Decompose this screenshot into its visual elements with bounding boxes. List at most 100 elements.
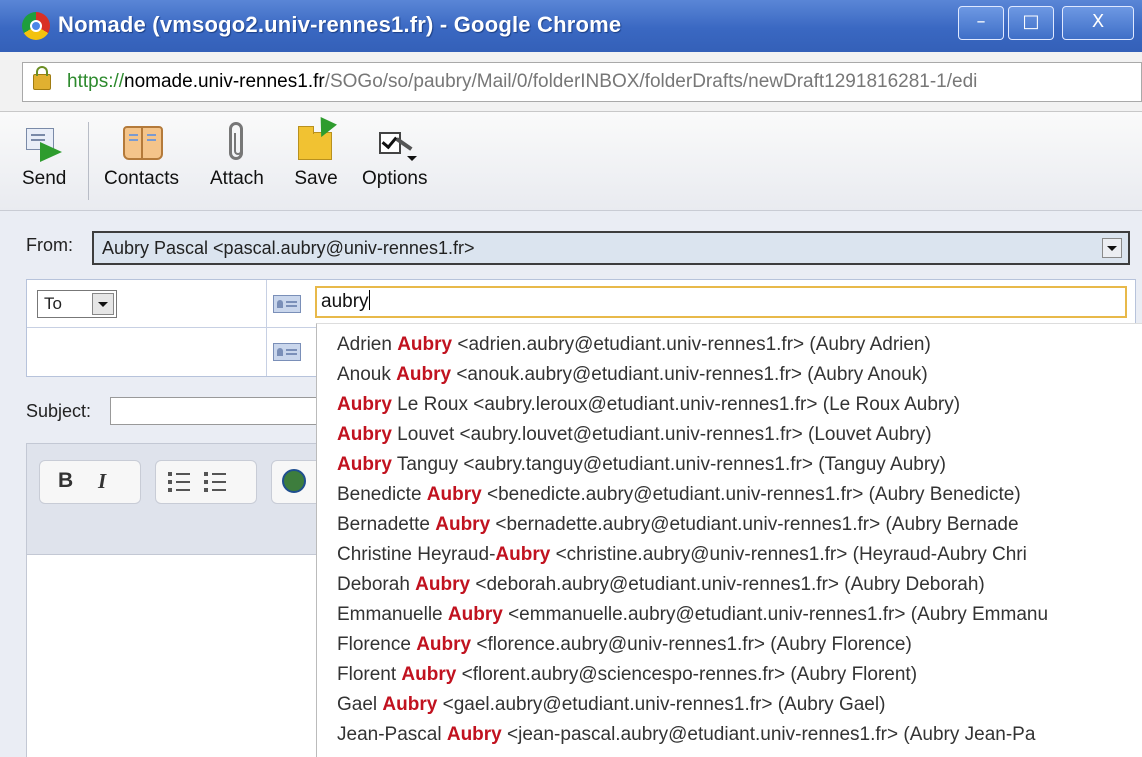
item-suffix: <christine.aubry@univ-rennes1.fr> (Heyra… <box>550 544 1027 565</box>
options-label: Options <box>362 168 428 189</box>
recipient-input-text: aubry <box>321 291 369 312</box>
title-bar[interactable]: Nomade (vmsogo2.univ-rennes1.fr) - Googl… <box>0 0 1142 52</box>
autocomplete-item[interactable]: Deborah Aubry <deborah.aubry@etudiant.un… <box>337 574 985 604</box>
item-match: Aubry <box>397 334 453 355</box>
autocomplete-item[interactable]: Emmanuelle Aubry <emmanuelle.aubry@etudi… <box>337 604 1048 634</box>
item-match: Aubry <box>446 724 502 745</box>
autocomplete-item[interactable]: Bernadette Aubry <bernadette.aubry@etudi… <box>337 514 1019 544</box>
url-scheme: https:// <box>67 71 125 92</box>
item-prefix: Gael <box>337 694 383 715</box>
address-book-icon <box>119 120 164 164</box>
item-match: Aubry <box>396 364 452 385</box>
italic-button[interactable]: I <box>98 469 106 494</box>
from-label: From: <box>26 235 73 255</box>
lock-icon <box>33 66 51 90</box>
address-bar: https://nomade.univ-rennes1.fr/SOGo/so/p… <box>0 52 1142 112</box>
item-suffix: <emmanuelle.aubry@etudiant.univ-rennes1.… <box>502 604 1049 625</box>
item-suffix: <benedicte.aubry@etudiant.univ-rennes1.f… <box>481 484 1021 505</box>
recipient-type-select[interactable]: To <box>37 290 117 318</box>
message-editor: B I <box>26 443 336 757</box>
save-button[interactable]: Save <box>294 117 338 190</box>
attach-button[interactable]: Attach <box>210 120 264 190</box>
recipient-type-cell <box>27 328 267 376</box>
autocomplete-item[interactable]: Anouk Aubry <anouk.aubry@etudiant.univ-r… <box>337 364 928 394</box>
bold-button[interactable]: B <box>58 469 73 493</box>
send-icon <box>22 120 66 164</box>
contact-card-icon[interactable] <box>273 343 301 361</box>
item-suffix: <deborah.aubry@etudiant.univ-rennes1.fr>… <box>470 574 985 595</box>
item-match: Aubry <box>495 544 551 565</box>
item-match: Aubry <box>401 664 457 685</box>
url-path: /SOGo/so/paubry/Mail/0/folderINBOX/folde… <box>324 71 978 92</box>
from-select[interactable]: Aubry Pascal <pascal.aubry@univ-rennes1.… <box>92 231 1130 265</box>
recipient-input[interactable]: aubry <box>315 286 1127 318</box>
url-field[interactable]: https://nomade.univ-rennes1.fr/SOGo/so/p… <box>22 62 1142 102</box>
save-label: Save <box>294 168 338 189</box>
contacts-label: Contacts <box>104 168 179 189</box>
options-button[interactable]: Options <box>362 120 427 190</box>
autocomplete-item[interactable]: Aubry Louvet <aubry.louvet@etudiant.univ… <box>337 424 932 454</box>
compose-toolbar: Send Contacts Attach Save Options <box>0 112 1142 211</box>
close-button[interactable]: X <box>1062 6 1134 40</box>
item-prefix: Christine Heyraud- <box>337 544 496 565</box>
numbered-list-icon[interactable] <box>168 471 190 493</box>
autocomplete-item[interactable]: Gael Aubry <gael.aubry@etudiant.univ-ren… <box>337 694 885 724</box>
autocomplete-item[interactable]: Florence Aubry <florence.aubry@univ-renn… <box>337 634 912 664</box>
text-caret <box>368 290 370 310</box>
subject-input[interactable] <box>110 397 320 425</box>
from-value: Aubry Pascal <pascal.aubry@univ-rennes1.… <box>102 238 475 258</box>
link-globe-icon[interactable] <box>282 469 306 493</box>
autocomplete-item[interactable]: Adrien Aubry <adrien.aubry@etudiant.univ… <box>337 334 931 364</box>
item-match: Aubry <box>416 634 472 655</box>
item-prefix: Florent <box>337 664 402 685</box>
item-prefix: Deborah <box>337 574 416 595</box>
minimize-button[interactable]: – <box>958 6 1004 40</box>
item-suffix: Louvet <aubry.louvet@etudiant.univ-renne… <box>391 424 932 445</box>
autocomplete-item[interactable]: Jean-Pascal Aubry <jean-pascal.aubry@etu… <box>337 724 1035 754</box>
item-match: Aubry <box>337 454 392 475</box>
window-title: Nomade (vmsogo2.univ-rennes1.fr) - Googl… <box>58 12 622 37</box>
browser-window: Nomade (vmsogo2.univ-rennes1.fr) - Googl… <box>0 0 1142 757</box>
item-prefix: Anouk <box>337 364 397 385</box>
item-match: Aubry <box>337 394 392 415</box>
recipient-row: To aubry <box>27 280 1135 328</box>
contact-card-icon[interactable] <box>273 295 301 313</box>
item-prefix: Bernadette <box>337 514 436 535</box>
item-prefix: Emmanuelle <box>337 604 448 625</box>
autocomplete-dropdown: Adrien Aubry <adrien.aubry@etudiant.univ… <box>316 323 1142 757</box>
message-body[interactable] <box>27 554 335 757</box>
item-suffix: Tanguy <aubry.tanguy@etudiant.univ-renne… <box>391 454 946 475</box>
autocomplete-item[interactable]: Florent Aubry <florent.aubry@sciencespo-… <box>337 664 917 694</box>
item-prefix: Florence <box>337 634 417 655</box>
bullet-list-icon[interactable] <box>204 471 226 493</box>
autocomplete-item[interactable]: Christine Heyraud-Aubry <christine.aubry… <box>337 544 1027 574</box>
maximize-button[interactable]: □ <box>1008 6 1054 40</box>
item-suffix: <anouk.aubry@etudiant.univ-rennes1.fr> (… <box>451 364 928 385</box>
recipient-type-cell: To <box>27 280 267 327</box>
item-suffix: <jean-pascal.aubry@etudiant.univ-rennes1… <box>501 724 1036 745</box>
autocomplete-item[interactable]: Aubry Tanguy <aubry.tanguy@etudiant.univ… <box>337 454 946 484</box>
item-suffix: <adrien.aubry@etudiant.univ-rennes1.fr> … <box>452 334 931 355</box>
send-label: Send <box>22 168 67 189</box>
item-suffix: <bernadette.aubry@etudiant.univ-rennes1.… <box>490 514 1019 535</box>
url-host: nomade.univ-rennes1.fr <box>124 71 325 92</box>
autocomplete-item[interactable]: Aubry Le Roux <aubry.leroux@etudiant.uni… <box>337 394 960 424</box>
autocomplete-item[interactable]: Benedicte Aubry <benedicte.aubry@etudian… <box>337 484 1021 514</box>
chevron-down-icon[interactable] <box>1102 238 1122 258</box>
item-prefix: Benedicte <box>337 484 427 505</box>
item-suffix: <florent.aubry@sciencespo-rennes.fr> (Au… <box>456 664 918 685</box>
subject-label: Subject: <box>26 401 92 421</box>
recipient-type-value: To <box>44 294 62 313</box>
item-suffix: Le Roux <aubry.leroux@etudiant.univ-renn… <box>391 394 961 415</box>
item-suffix: <florence.aubry@univ-rennes1.fr> (Aubry … <box>471 634 912 655</box>
item-match: Aubry <box>426 484 482 505</box>
toolbar-separator <box>88 122 89 200</box>
paperclip-icon <box>215 120 259 164</box>
attach-label: Attach <box>210 168 264 189</box>
item-match: Aubry <box>415 574 471 595</box>
contacts-button[interactable]: Contacts <box>104 120 179 190</box>
item-suffix: <gael.aubry@etudiant.univ-rennes1.fr> (A… <box>437 694 886 715</box>
send-button[interactable]: Send <box>22 120 66 190</box>
list-group <box>155 460 257 504</box>
chevron-down-icon[interactable] <box>92 293 114 315</box>
